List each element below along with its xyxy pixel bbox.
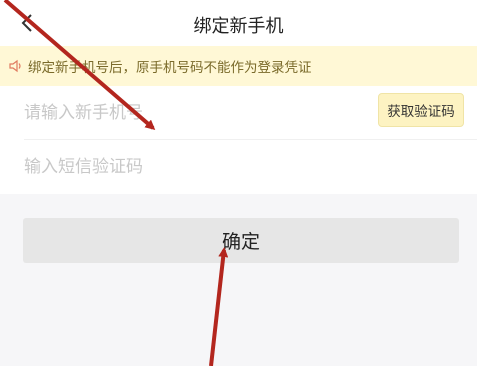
speaker-icon [9, 59, 21, 73]
get-code-button[interactable]: 获取验证码 [378, 93, 464, 127]
sms-row [0, 140, 477, 194]
notice-text: 绑定新手机号后，原手机号码不能作为登录凭证 [28, 60, 312, 76]
notice-banner: 绑定新手机号后，原手机号码不能作为登录凭证 [0, 46, 477, 86]
top-bar: 绑定新手机 [0, 0, 477, 46]
form-area: 获取验证码 [0, 86, 477, 194]
phone-input[interactable] [24, 98, 354, 128]
confirm-button[interactable]: 确定 [23, 218, 459, 263]
page-title: 绑定新手机 [193, 16, 284, 37]
sms-code-input[interactable] [24, 152, 354, 182]
phone-row: 获取验证码 [0, 86, 477, 140]
